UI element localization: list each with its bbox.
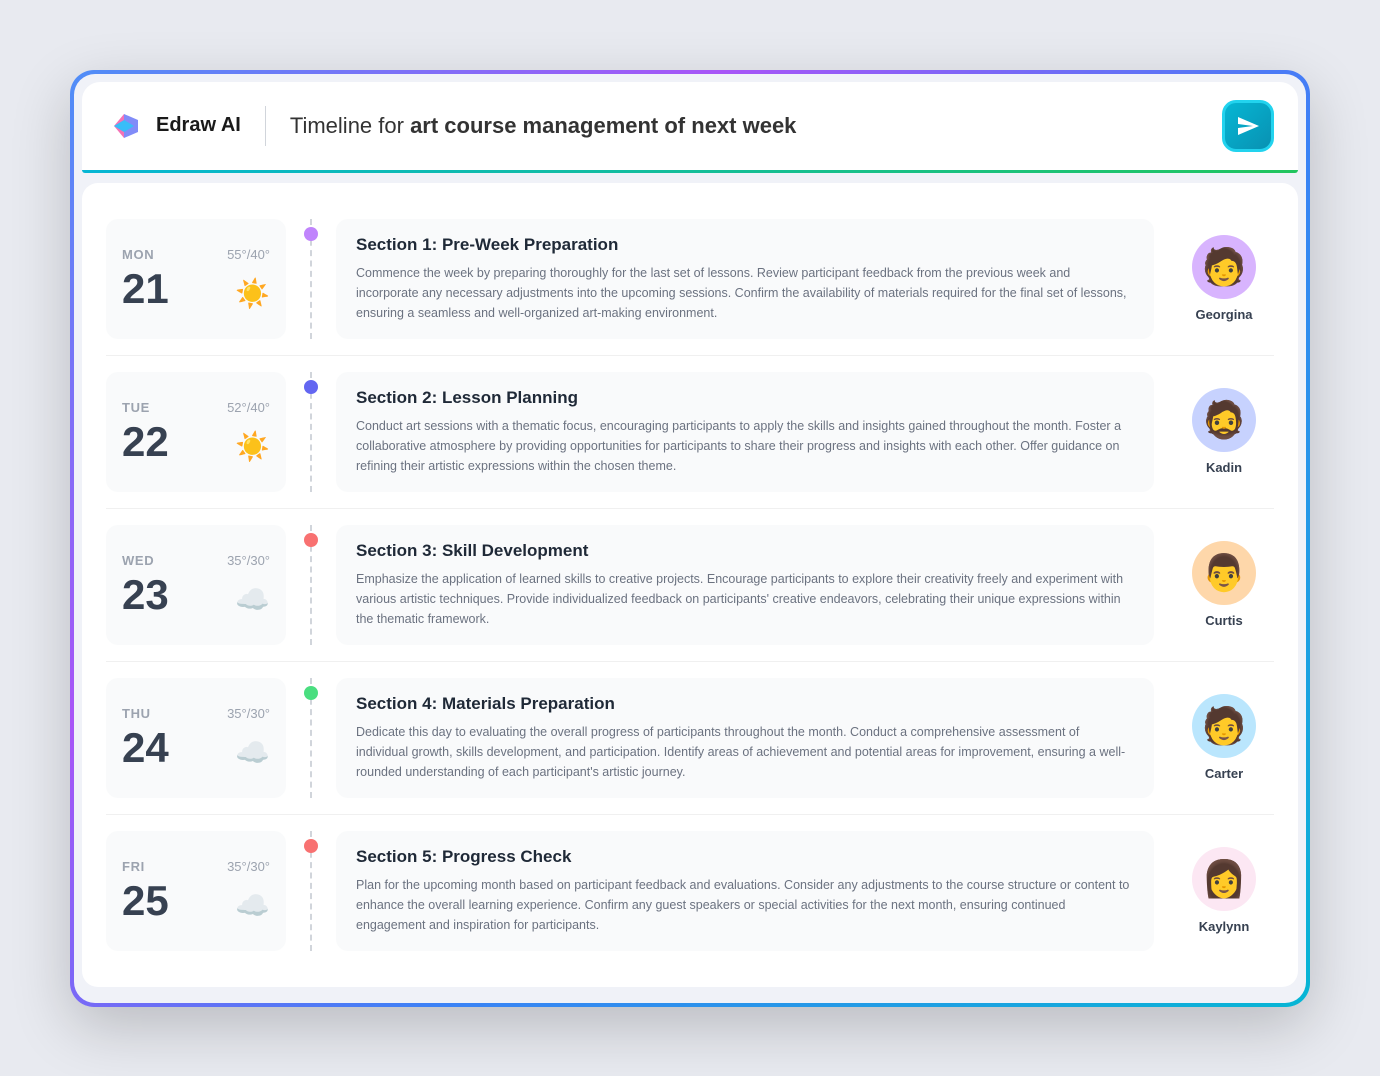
timeline-dot [304, 839, 318, 853]
header-accent-border [82, 170, 1298, 173]
date-column: FRI 35°/30° 25 ☁️ [106, 831, 286, 951]
send-icon [1236, 114, 1260, 138]
weather-icon: ☀️ [235, 277, 270, 310]
inner-wrap: Edraw AI Timeline for art course managem… [74, 74, 1306, 1003]
day-name: MON [122, 247, 154, 262]
weather-icon: ☁️ [235, 736, 270, 769]
person-name: Kadin [1206, 460, 1242, 475]
person-name: Carter [1205, 766, 1243, 781]
avatar: 🧑 [1192, 694, 1256, 758]
avatar: 🧑 [1192, 235, 1256, 299]
date-column: WED 35°/30° 23 ☁️ [106, 525, 286, 645]
weather-icon: ☁️ [235, 889, 270, 922]
section-title: Section 3: Skill Development [356, 541, 1134, 561]
person-name: Georgina [1195, 307, 1252, 322]
date-column: THU 35°/30° 24 ☁️ [106, 678, 286, 798]
person-column: 👩 Kaylynn [1174, 831, 1274, 951]
timeline-row: MON 55°/40° 21 ☀️ Section 1: Pre-Week Pr… [106, 203, 1274, 356]
timeline-row: FRI 35°/30° 25 ☁️ Section 5: Progress Ch… [106, 815, 1274, 967]
section-card: Section 1: Pre-Week Preparation Commence… [336, 219, 1154, 339]
section-title: Section 4: Materials Preparation [356, 694, 1134, 714]
section-card: Section 4: Materials Preparation Dedicat… [336, 678, 1154, 798]
date-number: 24 [122, 727, 169, 769]
date-number: 25 [122, 880, 169, 922]
day-name: FRI [122, 859, 145, 874]
section-title: Section 5: Progress Check [356, 847, 1134, 867]
person-name: Kaylynn [1199, 919, 1250, 934]
section-title: Section 1: Pre-Week Preparation [356, 235, 1134, 255]
dot-column [286, 831, 336, 951]
date-column: MON 55°/40° 21 ☀️ [106, 219, 286, 339]
dot-column [286, 525, 336, 645]
person-name: Curtis [1205, 613, 1243, 628]
person-column: 🧑 Georgina [1174, 219, 1274, 339]
weather-icon: ☁️ [235, 583, 270, 616]
section-card: Section 5: Progress Check Plan for the u… [336, 831, 1154, 951]
date-number: 23 [122, 574, 169, 616]
timeline-dot [304, 533, 318, 547]
section-card: Section 2: Lesson Planning Conduct art s… [336, 372, 1154, 492]
timeline-container: MON 55°/40° 21 ☀️ Section 1: Pre-Week Pr… [82, 183, 1298, 987]
section-description: Conduct art sessions with a thematic foc… [356, 416, 1134, 476]
section-description: Emphasize the application of learned ski… [356, 569, 1134, 629]
day-name: WED [122, 553, 154, 568]
dot-column [286, 219, 336, 339]
avatar: 👩 [1192, 847, 1256, 911]
timeline-row: WED 35°/30° 23 ☁️ Section 3: Skill Devel… [106, 509, 1274, 662]
date-number: 21 [122, 268, 169, 310]
timeline-dot [304, 227, 318, 241]
avatar: 👨 [1192, 541, 1256, 605]
section-description: Dedicate this day to evaluating the over… [356, 722, 1134, 782]
dot-column [286, 678, 336, 798]
person-column: 👨 Curtis [1174, 525, 1274, 645]
temperature: 55°/40° [227, 247, 270, 262]
timeline-row: TUE 52°/40° 22 ☀️ Section 2: Lesson Plan… [106, 356, 1274, 509]
person-column: 🧑 Carter [1174, 678, 1274, 798]
date-column: TUE 52°/40° 22 ☀️ [106, 372, 286, 492]
main-content: MON 55°/40° 21 ☀️ Section 1: Pre-Week Pr… [74, 171, 1306, 1003]
temperature: 35°/30° [227, 553, 270, 568]
app-container: Edraw AI Timeline for art course managem… [70, 70, 1310, 1007]
date-number: 22 [122, 421, 169, 463]
send-button[interactable] [1222, 100, 1274, 152]
dot-column [286, 372, 336, 492]
temperature: 52°/40° [227, 400, 270, 415]
temperature: 35°/30° [227, 706, 270, 721]
logo-text: Edraw AI [156, 114, 241, 137]
header: Edraw AI Timeline for art course managem… [82, 82, 1298, 171]
section-title: Section 2: Lesson Planning [356, 388, 1134, 408]
person-column: 🧔 Kadin [1174, 372, 1274, 492]
day-name: THU [122, 706, 151, 721]
weather-icon: ☀️ [235, 430, 270, 463]
avatar: 🧔 [1192, 388, 1256, 452]
header-divider [265, 106, 266, 146]
logo-icon [106, 106, 146, 146]
temperature: 35°/30° [227, 859, 270, 874]
timeline-row: THU 35°/30° 24 ☁️ Section 4: Materials P… [106, 662, 1274, 815]
section-card: Section 3: Skill Development Emphasize t… [336, 525, 1154, 645]
logo-area: Edraw AI [106, 106, 241, 146]
timeline-dot [304, 380, 318, 394]
timeline-dot [304, 686, 318, 700]
day-name: TUE [122, 400, 150, 415]
header-title: Timeline for art course management of ne… [290, 113, 1206, 139]
section-description: Plan for the upcoming month based on par… [356, 875, 1134, 935]
section-description: Commence the week by preparing thoroughl… [356, 263, 1134, 323]
